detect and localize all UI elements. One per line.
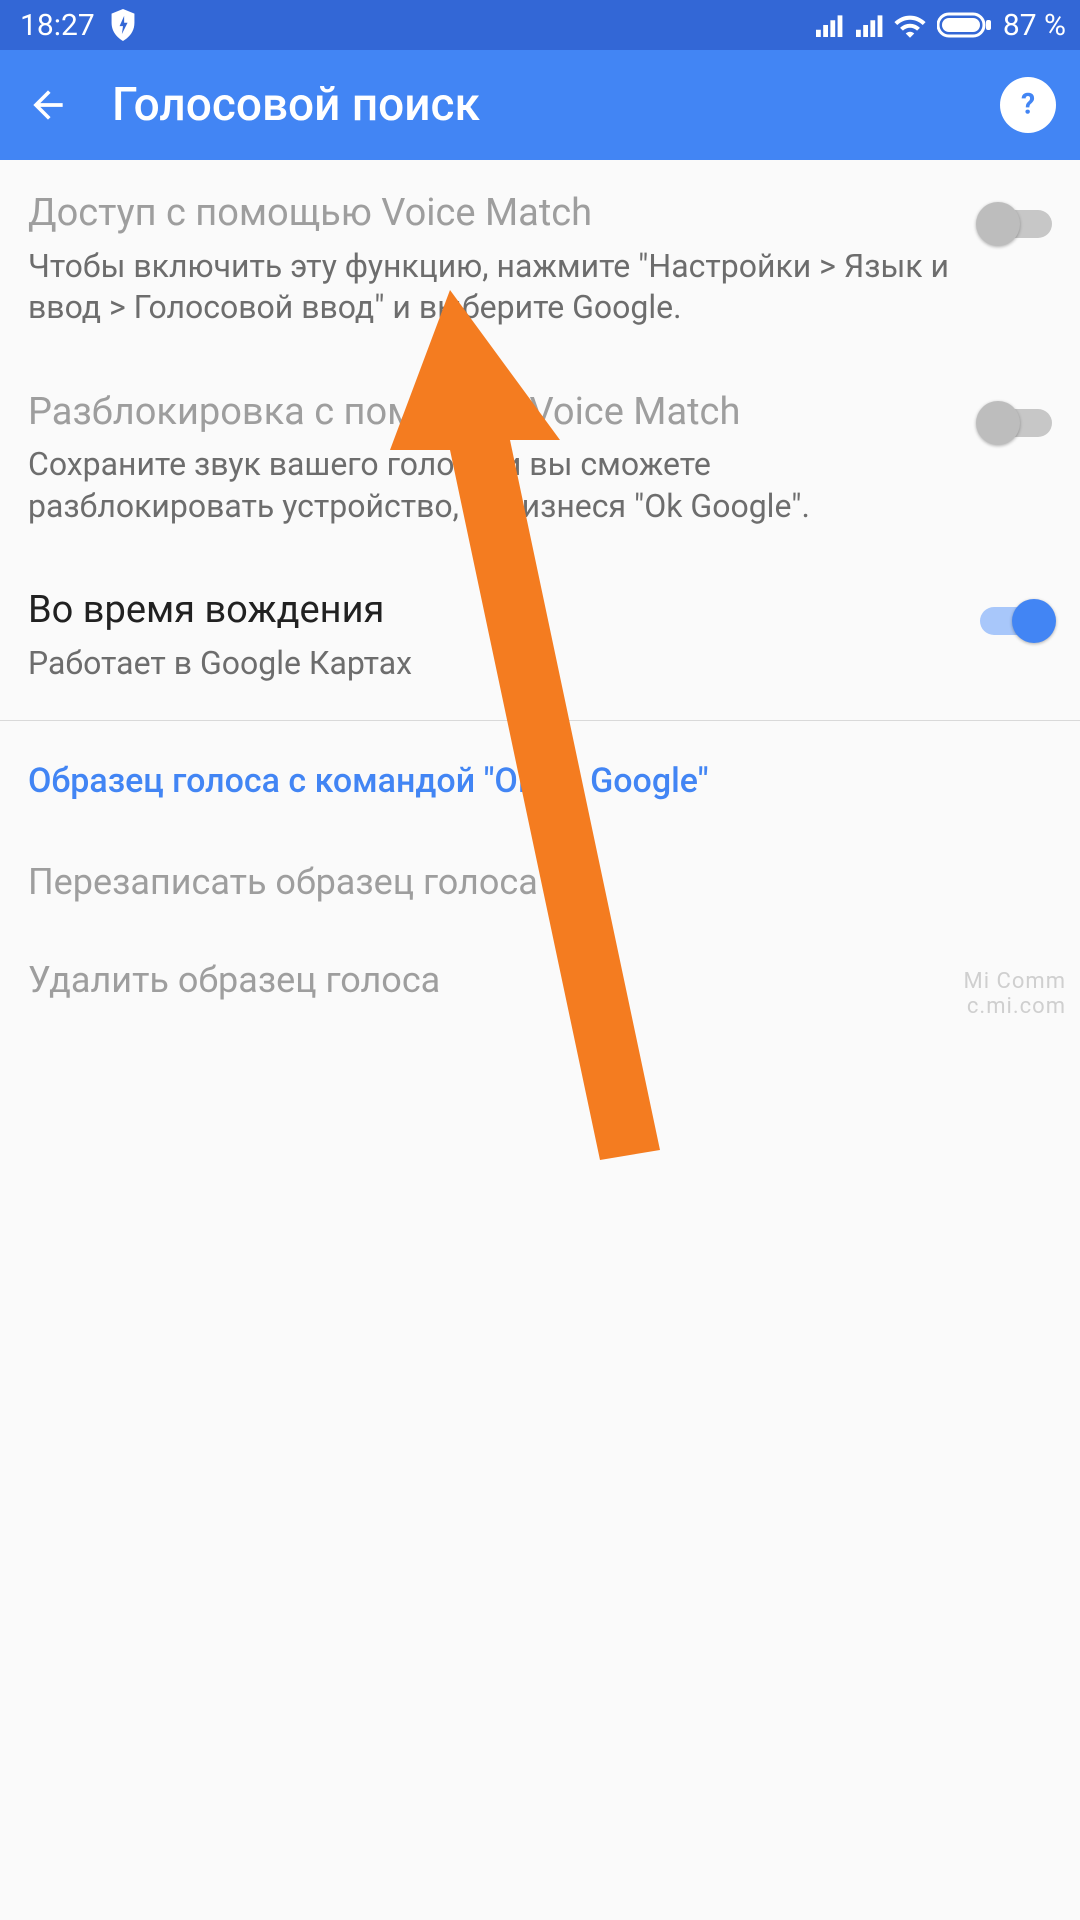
signal-1-icon <box>813 13 843 37</box>
item-delete-voice-model[interactable]: Удалить образец голоса <box>0 931 1080 1029</box>
status-bar: 18:27 87 % <box>0 0 1080 50</box>
settings-content: Доступ с помощью Voice Match Чтобы включ… <box>0 160 1080 1029</box>
toggle-while-driving[interactable] <box>980 607 1052 635</box>
svg-text:?: ? <box>1021 88 1035 121</box>
section-header-voice-model: Образец голоса с командой "Окей, Google" <box>0 721 1080 833</box>
setting-voice-match-unlock[interactable]: Разблокировка с помощью Voice Match Сохр… <box>0 359 1080 558</box>
setting-title: Доступ с помощью Voice Match <box>28 190 960 238</box>
help-button[interactable]: ? <box>1000 77 1056 133</box>
watermark: Mi Comm c.mi.com <box>964 969 1066 1020</box>
item-retrain-voice-model[interactable]: Перезаписать образец голоса <box>0 833 1080 931</box>
status-battery-pct: 87 % <box>1003 8 1066 43</box>
watermark-line2: c.mi.com <box>964 994 1066 1019</box>
toggle-voice-match-unlock[interactable] <box>980 409 1052 437</box>
setting-desc: Работает в Google Картах <box>28 643 960 685</box>
setting-desc: Сохраните звук вашего голоса, и вы сможе… <box>28 444 960 527</box>
setting-desc: Чтобы включить эту функцию, нажмите "Нас… <box>28 246 960 329</box>
setting-title: Разблокировка с помощью Voice Match <box>28 389 960 437</box>
setting-while-driving[interactable]: Во время вождения Работает в Google Карт… <box>0 557 1080 714</box>
setting-title: Во время вождения <box>28 587 960 635</box>
setting-voice-match-access[interactable]: Доступ с помощью Voice Match Чтобы включ… <box>0 160 1080 359</box>
shield-bolt-icon <box>109 9 137 41</box>
signal-2-icon <box>853 13 883 37</box>
battery-icon <box>937 11 993 39</box>
page-title: Голосовой поиск <box>112 78 960 132</box>
toggle-voice-match-access[interactable] <box>980 210 1052 238</box>
wifi-icon <box>893 12 927 38</box>
app-bar: Голосовой поиск ? <box>0 50 1080 160</box>
watermark-line1: Mi Comm <box>964 969 1066 994</box>
back-button[interactable] <box>24 81 72 129</box>
status-time: 18:27 <box>20 8 95 43</box>
